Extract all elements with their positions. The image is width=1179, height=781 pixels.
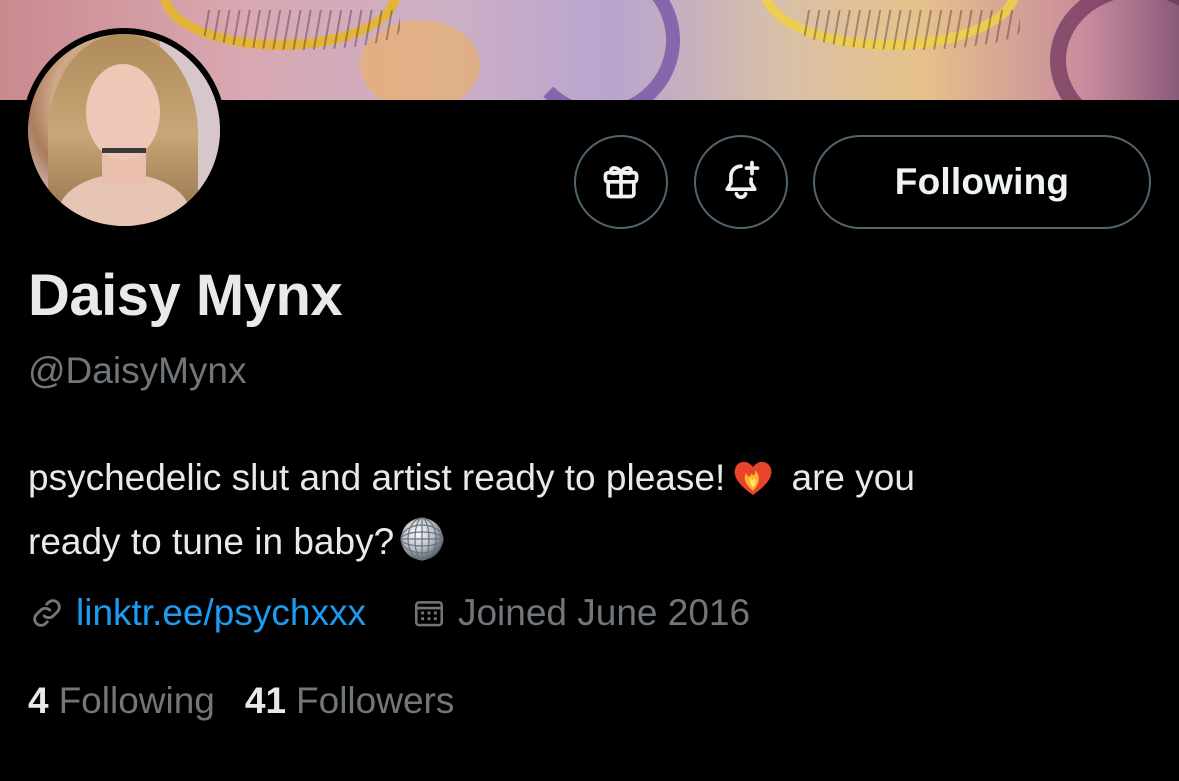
link-icon <box>28 594 66 632</box>
bell-plus-icon <box>719 158 763 207</box>
user-handle: @DaisyMynx <box>28 350 247 391</box>
profile-bio: psychedelic slut and artist ready to ple… <box>28 446 1148 574</box>
followers-label: Followers <box>296 680 455 721</box>
profile-meta: linktr.ee/psychxxx Joined June 2016 <box>28 588 750 638</box>
gift-icon <box>599 158 643 207</box>
bio-text-line2: ready to tune in baby? <box>28 521 395 562</box>
followers-count: 41 <box>244 680 287 721</box>
calendar-icon <box>410 594 448 632</box>
followers-count-link[interactable]: 41 Followers <box>245 680 454 722</box>
notifications-button[interactable] <box>694 135 788 229</box>
follow-stats: 4 Following 41 Followers <box>28 676 454 726</box>
profile-page: Following Daisy Mynx @DaisyMynx psychede… <box>0 0 1179 781</box>
gift-button[interactable] <box>574 135 668 229</box>
following-count-link[interactable]: 4 Following <box>28 680 215 722</box>
bio-text-line1: psychedelic slut and artist ready to ple… <box>28 457 726 498</box>
joined-date: Joined June 2016 <box>457 592 751 633</box>
profile-website-link[interactable]: linktr.ee/psychxxx <box>76 592 366 634</box>
bio-text-line1-after: are you <box>791 457 915 498</box>
profile-avatar[interactable] <box>22 28 226 232</box>
burning-heart-icon <box>729 451 777 499</box>
disco-ball-icon <box>398 515 446 563</box>
following-button[interactable]: Following <box>813 135 1151 229</box>
following-label: Following <box>58 680 215 721</box>
following-count: 4 <box>28 680 49 721</box>
display-name: Daisy Mynx <box>28 263 343 328</box>
